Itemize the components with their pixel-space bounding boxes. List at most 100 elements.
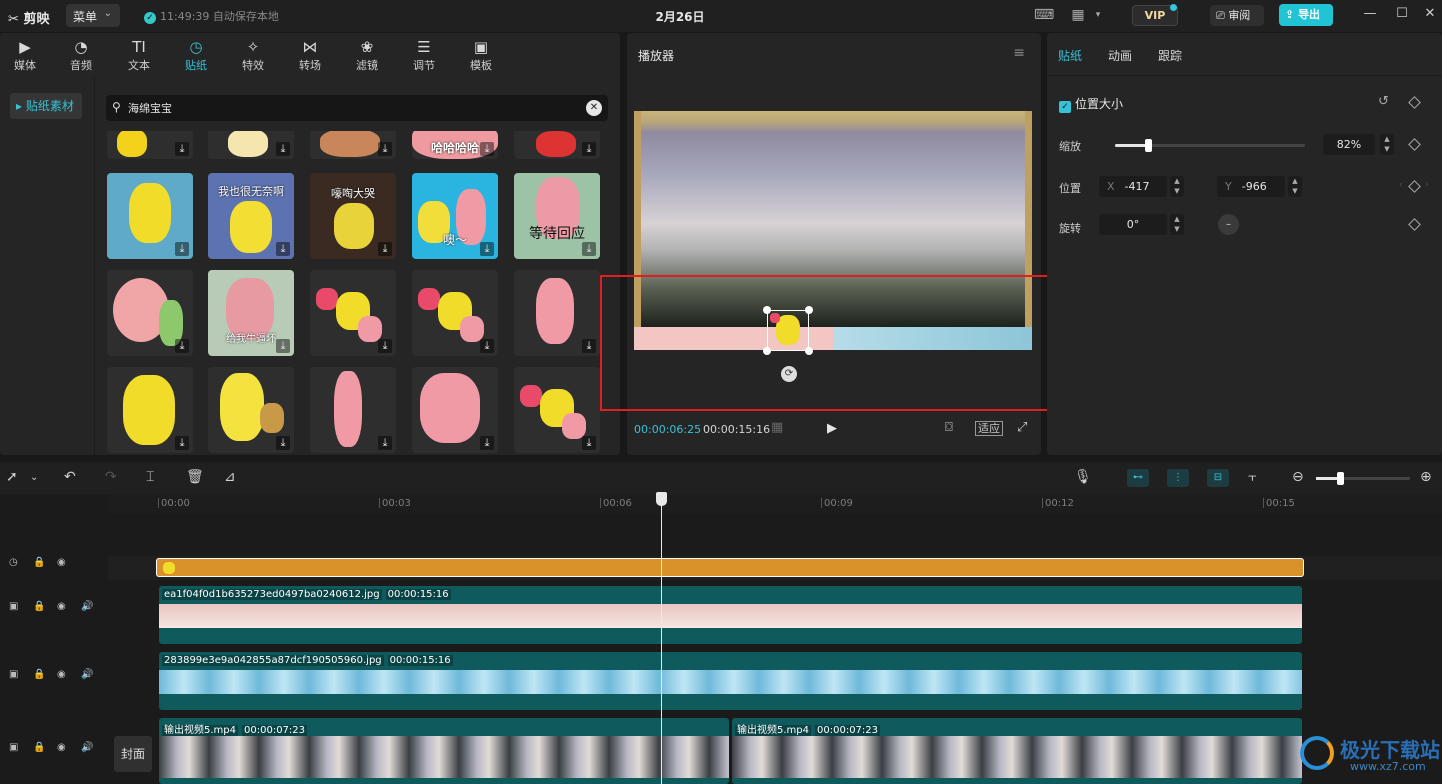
sticker-item[interactable]: ⤓ — [514, 270, 600, 356]
position-y-input[interactable]: Y -966 — [1217, 176, 1285, 197]
download-icon[interactable]: ⤓ — [378, 339, 392, 353]
scale-slider[interactable] — [1115, 139, 1305, 152]
timecode-grid-icon[interactable]: ▦ — [771, 420, 783, 435]
minimize-icon[interactable]: — — [1360, 6, 1380, 21]
sticker-item[interactable]: ⤓ — [107, 270, 193, 356]
download-icon[interactable]: ⤓ — [480, 242, 494, 256]
tab-animation[interactable]: 动画 — [1108, 47, 1132, 64]
video-clip[interactable]: 输出视频5.mp4 00:00:07:23 — [732, 718, 1302, 784]
download-icon[interactable]: ⤓ — [480, 339, 494, 353]
sticker-item[interactable]: ⤓ — [107, 367, 193, 453]
download-icon[interactable]: ⤓ — [175, 142, 189, 156]
reset-icon[interactable]: ↺ — [1378, 94, 1389, 109]
image-clip[interactable]: ea1f04f0d1b635273ed0497ba0240612.jpg 00:0… — [159, 586, 1302, 644]
lock-icon[interactable]: 🔒 — [33, 557, 45, 568]
microphone-icon[interactable]: 🎙 — [1074, 469, 1092, 485]
tab-text[interactable]: TI 文本 — [117, 37, 161, 73]
rotate-stepper[interactable]: ▲ ▼ — [1170, 214, 1184, 235]
download-icon[interactable]: ⤓ — [582, 339, 596, 353]
main-track-magnet-icon[interactable]: ⊷ — [1127, 469, 1149, 487]
cover-button[interactable]: 封面 — [114, 736, 152, 772]
tab-filter[interactable]: ❀ 滤镜 — [345, 37, 389, 73]
scale-input[interactable]: 82% — [1323, 134, 1375, 155]
eye-icon[interactable]: ◉ — [57, 742, 66, 753]
position-size-section[interactable]: ✓ 位置大小 — [1059, 95, 1123, 113]
zoom-in-icon[interactable]: ⊕ — [1420, 469, 1432, 485]
next-keyframe-icon[interactable]: › — [1425, 180, 1429, 190]
time-ruler[interactable]: 00:00 00:03 00:06 00:09 00:12 00:15 — [108, 494, 1442, 514]
download-icon[interactable]: ⤓ — [276, 436, 290, 450]
eye-icon[interactable]: ◉ — [57, 669, 66, 680]
download-icon[interactable]: ⤓ — [582, 142, 596, 156]
lock-icon[interactable]: 🔒 — [33, 669, 45, 680]
download-icon[interactable]: ⤓ — [480, 436, 494, 450]
sticker-item[interactable]: 噢～ ⤓ — [412, 173, 498, 259]
sticker-item[interactable]: ⤓ — [412, 270, 498, 356]
download-icon[interactable]: ⤓ — [175, 436, 189, 450]
layout-icon[interactable]: ▦ — [1068, 7, 1088, 25]
playhead[interactable] — [661, 494, 662, 784]
play-icon[interactable]: ▶ — [827, 421, 837, 436]
sticker-item[interactable]: 给我牛逼坏 ⤓ — [208, 270, 294, 356]
keyframe-icon[interactable] — [1408, 180, 1421, 193]
download-icon[interactable]: ⤓ — [175, 339, 189, 353]
sticker-item[interactable]: ⤓ — [514, 131, 600, 159]
tab-sticker[interactable]: ◷ 贴纸 — [174, 37, 218, 73]
sidebar-item-sticker-material[interactable]: ▸ 贴纸素材 — [10, 93, 82, 119]
sticker-item[interactable]: 哈哈哈哈 ⤓ — [412, 131, 498, 159]
menu-button[interactable]: 菜单 ⌄ — [66, 4, 120, 27]
chevron-down-icon[interactable]: ▾ — [1088, 10, 1108, 28]
link-icon[interactable]: ⊟ — [1207, 469, 1229, 487]
sticker-item[interactable]: 我也很无奈啊 ⤓ — [208, 173, 294, 259]
select-cursor-icon[interactable]: ➚ — [6, 469, 18, 485]
sticker-item[interactable]: 等待回应 ⤓ — [514, 173, 600, 259]
sticker-item[interactable]: ⤓ — [208, 367, 294, 453]
tab-sticker-props[interactable]: 贴纸 — [1058, 47, 1082, 64]
position-x-input[interactable]: X -417 — [1099, 176, 1167, 197]
fullscreen-icon[interactable]: ⤢ — [1017, 420, 1027, 435]
preview-axis-icon[interactable]: ⫟ — [1248, 469, 1256, 485]
volume-icon[interactable]: 🔊 — [81, 601, 93, 612]
tab-transition[interactable]: ⋈ 转场 — [288, 37, 332, 73]
keyframe-icon[interactable] — [1408, 96, 1421, 109]
delete-icon[interactable]: 🗑 — [186, 469, 204, 485]
lock-icon[interactable]: 🔒 — [33, 601, 45, 612]
scale-slider-knob[interactable] — [1145, 139, 1152, 152]
rotation-dial-icon[interactable]: – — [1218, 214, 1239, 235]
scale-stepper[interactable]: ▲ ▼ — [1380, 134, 1394, 155]
clock-icon[interactable]: ◷ — [9, 557, 18, 568]
tab-template[interactable]: ▣ 模板 — [459, 37, 503, 73]
playhead-handle[interactable] — [656, 492, 667, 506]
download-icon[interactable]: ⤓ — [276, 242, 290, 256]
zoom-out-icon[interactable]: ⊖ — [1292, 469, 1304, 485]
download-icon[interactable]: ⤓ — [276, 142, 290, 156]
menu-icon[interactable]: ≡ — [1013, 45, 1025, 61]
download-icon[interactable]: ⤓ — [378, 242, 392, 256]
download-icon[interactable]: ⤓ — [175, 242, 189, 256]
undo-icon[interactable]: ↶ — [64, 469, 76, 485]
image-clip[interactable]: 283899e3e9a042855a87dcf190505960.jpg 00:0… — [159, 652, 1302, 710]
download-icon[interactable]: ⤓ — [582, 242, 596, 256]
x-stepper[interactable]: ▲ ▼ — [1170, 176, 1184, 197]
sticker-item[interactable]: ⤓ — [310, 131, 396, 159]
sticker-item[interactable]: ⤓ — [107, 173, 193, 259]
sticker-item[interactable]: 嚎啕大哭 ⤓ — [310, 173, 396, 259]
lock-icon[interactable]: 🔒 — [33, 742, 45, 753]
checkbox-icon[interactable]: ✓ — [1059, 101, 1071, 113]
volume-icon[interactable]: 🔊 — [81, 669, 93, 680]
sticker-item[interactable]: ⤓ — [107, 131, 193, 159]
tab-audio[interactable]: ◔ 音频 — [59, 37, 103, 73]
maximize-icon[interactable]: ☐ — [1392, 6, 1412, 21]
screenshot-icon[interactable]: ⌼ — [945, 420, 953, 435]
sticker-item[interactable]: ⤓ — [412, 367, 498, 453]
sticker-item[interactable]: ⤓ — [310, 367, 396, 453]
redo-icon[interactable]: ↷ — [105, 469, 117, 485]
eye-icon[interactable]: ◉ — [57, 557, 66, 568]
sticker-item[interactable]: ⤓ — [208, 131, 294, 159]
eye-icon[interactable]: ◉ — [57, 601, 66, 612]
split-icon[interactable]: ⌶ — [146, 469, 154, 485]
tab-tracking[interactable]: 跟踪 — [1158, 47, 1182, 64]
download-icon[interactable]: ⤓ — [378, 142, 392, 156]
download-icon[interactable]: ⤓ — [480, 142, 494, 156]
download-icon[interactable]: ⤓ — [276, 339, 290, 353]
